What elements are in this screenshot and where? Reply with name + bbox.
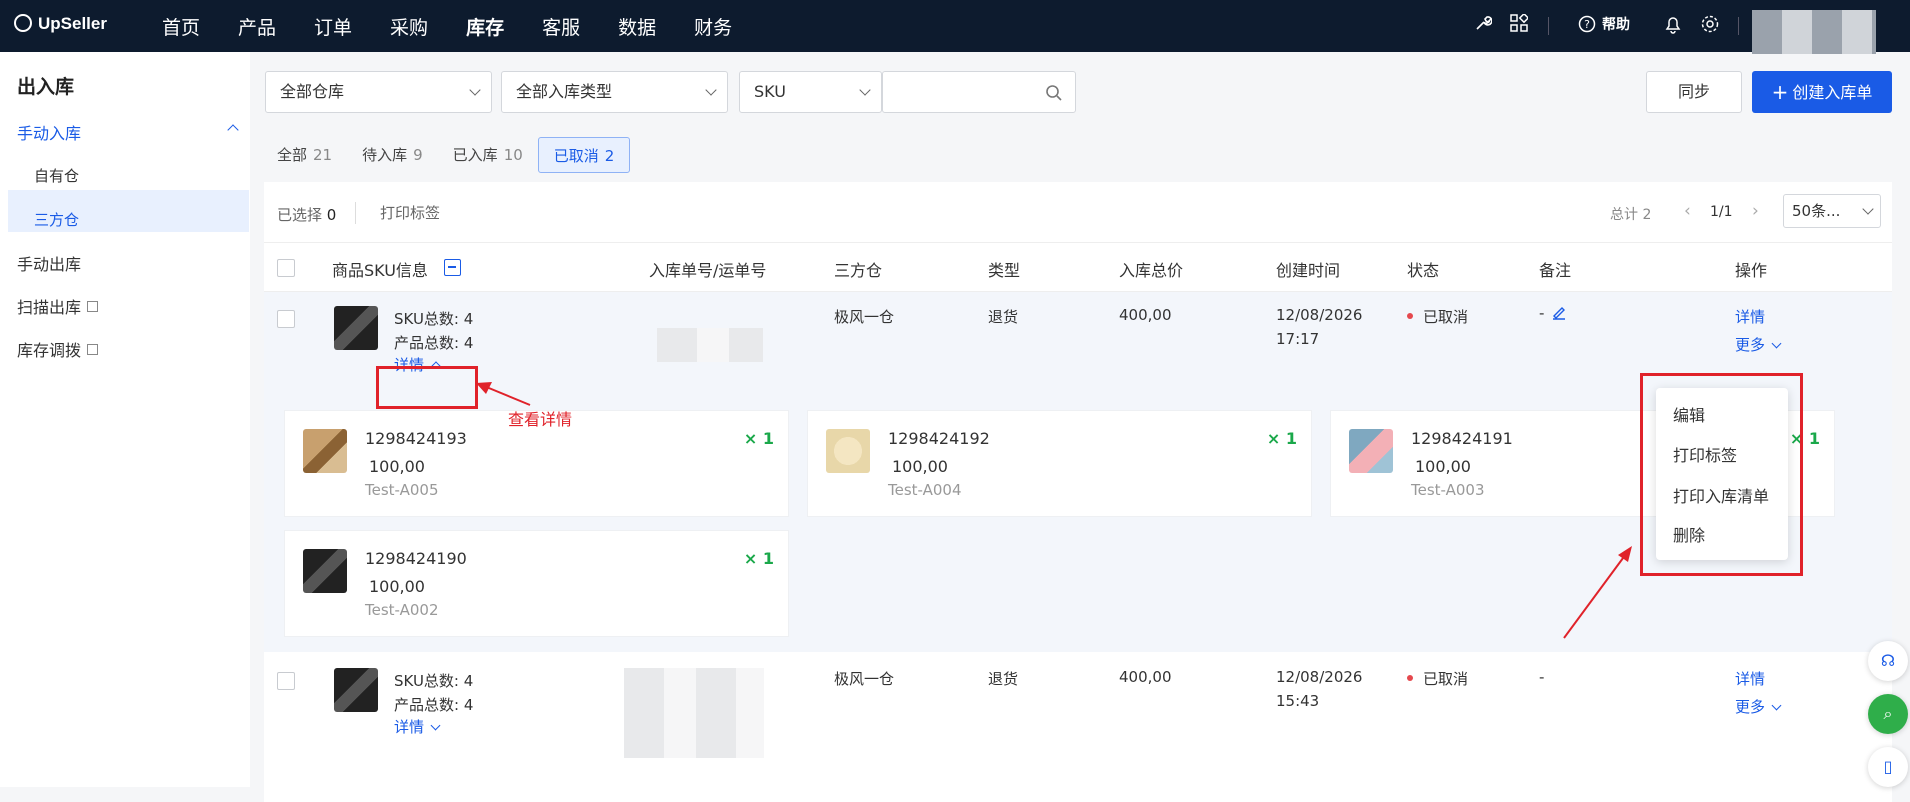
annotation-arrows: [476, 382, 1632, 639]
headset-support-icon[interactable]: ☊: [1868, 641, 1908, 681]
mobile-icon[interactable]: ▯: [1868, 747, 1908, 787]
search-float-icon[interactable]: ⌕: [1868, 694, 1908, 734]
